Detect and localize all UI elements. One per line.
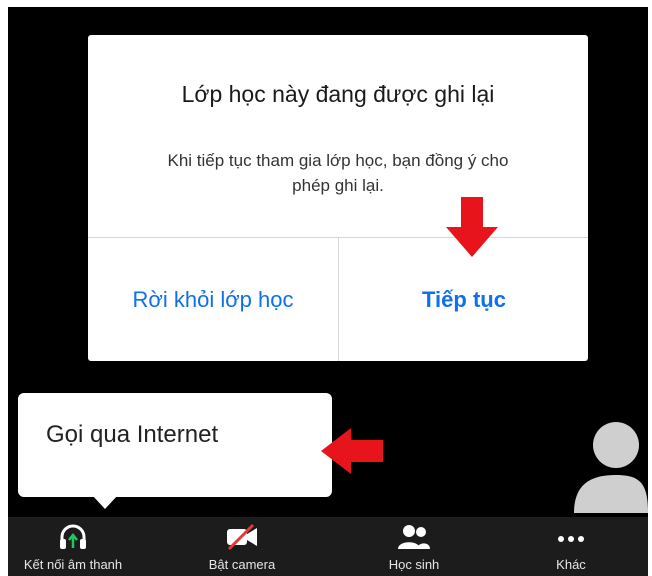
- start-camera-button[interactable]: Bật camera: [167, 517, 317, 576]
- leave-class-button[interactable]: Rời khỏi lớp học: [88, 238, 338, 361]
- leave-class-label: Rời khỏi lớp học: [132, 286, 294, 312]
- participants-icon: [397, 523, 431, 551]
- connect-audio-button[interactable]: Kết nối âm thanh: [8, 517, 148, 576]
- camera-off-icon: [225, 523, 259, 551]
- recording-consent-dialog: Lớp học này đang được ghi lại Khi tiếp t…: [88, 35, 588, 361]
- popup-pointer: [92, 495, 118, 509]
- more-icon: [556, 523, 586, 551]
- connect-audio-label: Kết nối âm thanh: [23, 557, 123, 572]
- continue-label: Tiếp tục: [422, 286, 506, 312]
- meeting-screen: Lớp học này đang được ghi lại Khi tiếp t…: [8, 7, 648, 576]
- bottom-toolbar: Kết nối âm thanh Bật camera Học sinh Khá…: [8, 517, 648, 576]
- left-arrow-icon: [321, 428, 383, 474]
- dialog-title: Lớp học này đang được ghi lại: [181, 81, 495, 107]
- more-button[interactable]: Khác: [496, 517, 646, 576]
- start-camera-label: Bật camera: [208, 557, 276, 572]
- audio-option-popup: Gọi qua Internet: [18, 393, 332, 509]
- more-label: Khác: [556, 557, 586, 572]
- participants-label: Học sinh: [388, 557, 440, 572]
- participant-avatar-icon: [574, 422, 648, 513]
- participants-button[interactable]: Học sinh: [339, 517, 489, 576]
- down-arrow-icon: [446, 197, 498, 257]
- call-via-internet-option[interactable]: Gọi qua Internet: [46, 421, 218, 449]
- dialog-message: Khi tiếp tục tham gia lớp học, bạn đồng …: [167, 151, 509, 195]
- headphones-icon: [58, 523, 88, 551]
